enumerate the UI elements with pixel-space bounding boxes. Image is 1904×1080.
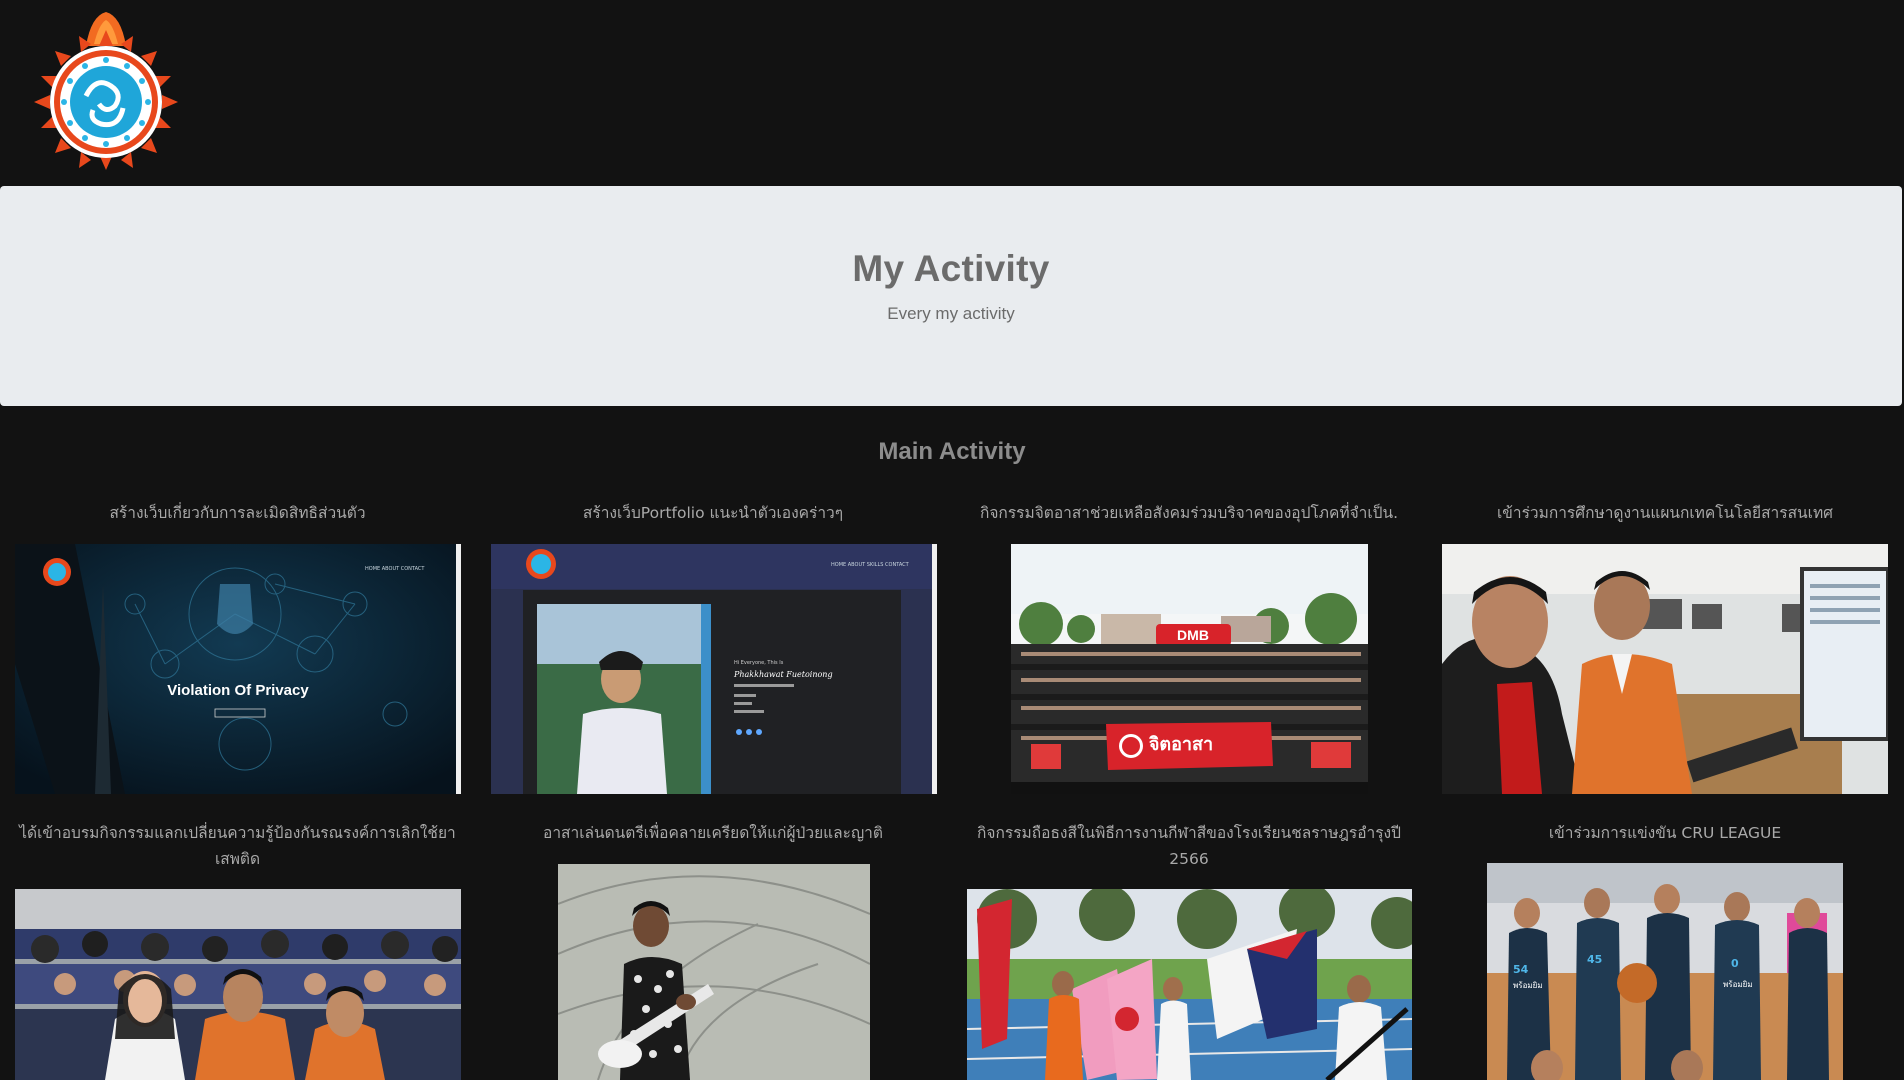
image-banner-text: จิตอาสา	[1148, 734, 1213, 755]
activity-caption: อาสาเล่นดนตรีเพื่อคลายเครียดให้แก่ผู้ป่ว…	[543, 824, 883, 842]
activity-caption: กิจกรรมจิตอาสาช่วยเหลือสังคมร่วมบริจาคขอ…	[979, 504, 1399, 522]
hero-jumbotron: My Activity Every my activity	[0, 186, 1902, 406]
image-banner-text: Phakkhawat Fuetoinong	[733, 670, 833, 679]
svg-text:HOME ABOUT SKILLS CONTACT: HOME ABOUT SKILLS CONTACT	[831, 562, 910, 568]
page-subtitle: Every my activity	[887, 304, 1015, 323]
activity-image[interactable]: HOME ABOUT SKILLS CONTACT Hi Everyone, T…	[491, 544, 937, 794]
school-seal-logo-icon[interactable]	[31, 6, 181, 178]
svg-text:พร้อมยิม: พร้อมยิม	[1723, 980, 1753, 989]
svg-text:HOME ABOUT CONTACT: HOME ABOUT CONTACT	[365, 566, 425, 572]
top-navbar	[0, 0, 1904, 186]
activity-image[interactable]: HOME ABOUT CONTACT Violation Of Privacy	[15, 544, 461, 794]
activity-caption: สร้างเว็บเกี่ยวกับการละเมิดสิทธิส่วนตัว	[109, 504, 366, 522]
activity-caption: กิจกรรมถือธงสีในพิธีการงานกีฬาสีของโรงเร…	[977, 824, 1401, 868]
activity-image[interactable]	[15, 889, 461, 1080]
activity-image[interactable]: 54 45 0 พร้อมยิม พร้อมยิม	[1487, 863, 1843, 1080]
activity-image[interactable]	[1442, 544, 1888, 794]
activity-caption: สร้างเว็บPortfolio แนะนำตัวเองคร่าวๆ	[582, 504, 844, 522]
svg-text:0: 0	[1731, 957, 1739, 970]
svg-text:DMB: DMB	[1177, 627, 1209, 643]
section-title: Main Activity	[878, 438, 1026, 465]
activity-caption: ได้เข้าอบรมกิจกรรมแลกเปลี่ยนความรู้ป้องก…	[19, 824, 456, 868]
activity-image[interactable]	[967, 889, 1412, 1080]
svg-text:45: 45	[1587, 953, 1602, 966]
page-title: My Activity	[852, 248, 1050, 289]
svg-text:Hi Everyone, This Is: Hi Everyone, This Is	[734, 660, 784, 666]
svg-text:54: 54	[1513, 963, 1529, 976]
activity-caption: เข้าร่วมการศึกษาดูงานแผนกเทคโนโลยีสารสนเ…	[1497, 504, 1833, 522]
activity-image[interactable]: DMB จิตอาสา	[1011, 544, 1368, 794]
activity-caption: เข้าร่วมการแข่งขัน CRU LEAGUE	[1548, 824, 1782, 842]
activity-image[interactable]	[558, 864, 870, 1080]
image-banner-text: Violation Of Privacy	[167, 682, 309, 699]
svg-text:พร้อมยิม: พร้อมยิม	[1513, 981, 1543, 990]
